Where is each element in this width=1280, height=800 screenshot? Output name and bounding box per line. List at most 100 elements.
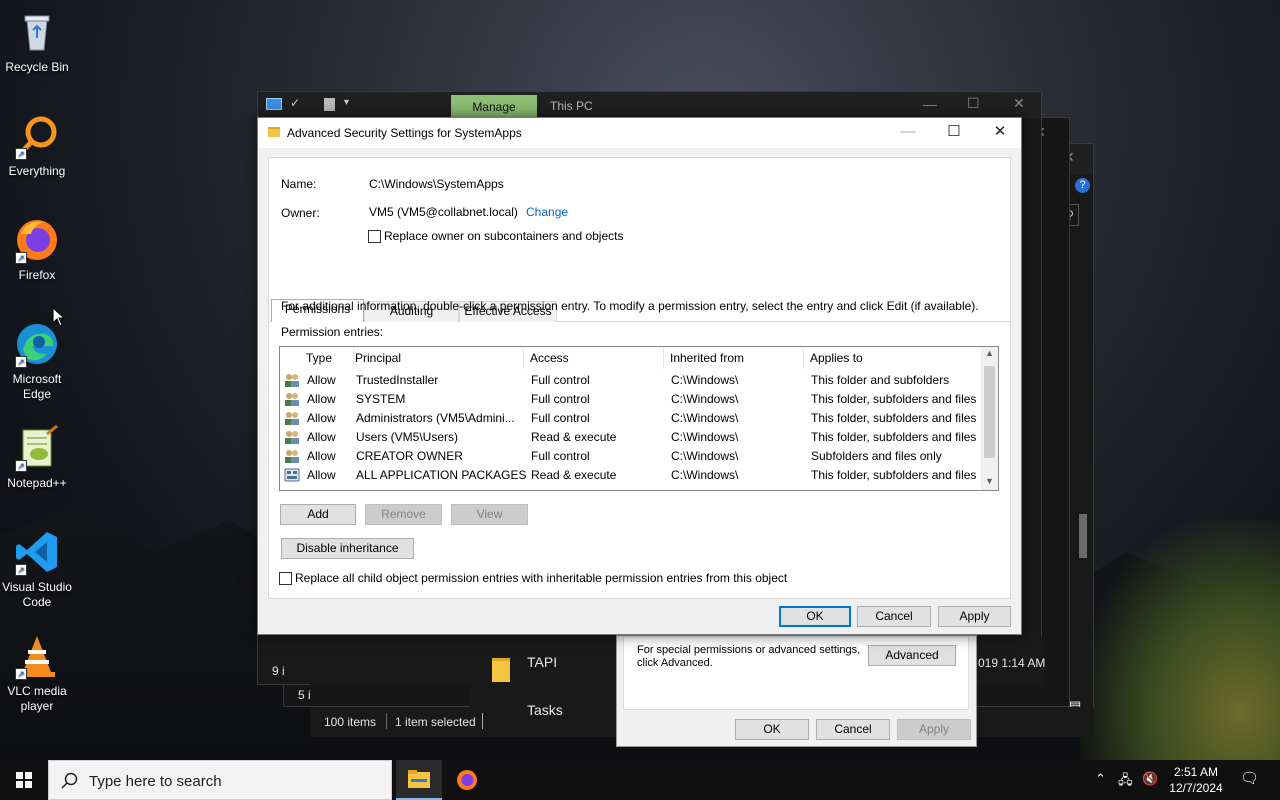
replace-owner-label: Replace owner on subcontainers and objec…: [384, 229, 624, 243]
new-folder-icon[interactable]: [324, 98, 335, 111]
users-icon: [285, 393, 299, 406]
entry-principal: SYSTEM: [356, 392, 406, 406]
apply-button[interactable]: Apply: [938, 606, 1011, 627]
taskbar-search[interactable]: Type here to search: [48, 760, 392, 800]
volume-muted-icon[interactable]: 🔇: [1142, 771, 1158, 787]
table-row[interactable]: Allow SYSTEM Full control C:\Windows\ Th…: [280, 390, 980, 409]
status-items: 100 items: [324, 715, 377, 729]
view-button[interactable]: View: [451, 504, 528, 525]
file-date: 019 1:14 AM: [978, 656, 1046, 670]
scrollbar[interactable]: [1077, 236, 1089, 696]
mouse-cursor: [52, 307, 66, 327]
table-row[interactable]: Allow ALL APPLICATION PACKAGES Read & ex…: [280, 466, 980, 485]
table-row[interactable]: Allow CREATOR OWNER Full control C:\Wind…: [280, 447, 980, 466]
wallpaper-glow: [1080, 520, 1280, 760]
show-hidden-icons-icon[interactable]: ⌃: [1095, 771, 1106, 787]
minimize-icon[interactable]: —: [923, 96, 937, 112]
entry-type: Allow: [307, 411, 336, 425]
column-access[interactable]: Access: [524, 347, 664, 369]
column-type[interactable]: Type: [300, 347, 354, 369]
desktop-icon-edge[interactable]: ↗ Microsoft Edge: [0, 320, 74, 402]
status-selected: 1 item selected: [395, 715, 476, 729]
column-principal[interactable]: Principal: [349, 347, 524, 369]
maximize-icon[interactable]: ☐: [931, 118, 977, 148]
properties-dialog: For special permissions or advanced sett…: [616, 635, 977, 747]
table-row[interactable]: Allow Users (VM5\Users) Read & execute C…: [280, 428, 980, 447]
change-owner-link[interactable]: Change: [526, 205, 568, 219]
recycle-bin-icon: [13, 8, 61, 56]
dialog-titlebar: Advanced Security Settings for SystemApp…: [258, 118, 1021, 148]
notepadpp-icon: ↗: [13, 424, 61, 472]
entry-inherited: C:\Windows\: [671, 449, 739, 463]
vlc-icon: ↗: [13, 632, 61, 680]
ok-button[interactable]: OK: [735, 719, 809, 740]
taskbar: Type here to search ⌃ 🖧 🔇 2:51 AM 12/7/2…: [0, 760, 1280, 800]
taskbar-clock[interactable]: 2:51 AM 12/7/2024: [1168, 764, 1224, 796]
desktop-icon-everything[interactable]: ↗ Everything: [0, 112, 74, 179]
properties-icon[interactable]: ✓: [290, 96, 300, 110]
entry-inherited: C:\Windows\: [671, 430, 739, 444]
close-icon[interactable]: ✕: [977, 118, 1023, 148]
remove-button[interactable]: Remove: [365, 504, 442, 525]
column-inherited-from[interactable]: Inherited from: [664, 347, 804, 369]
desktop-icon-label: Everything: [8, 164, 66, 178]
chevron-down-icon[interactable]: ▾: [344, 97, 349, 108]
desktop-icon-vlc[interactable]: ↗ VLC media player: [0, 632, 74, 714]
file-name[interactable]: TAPI: [527, 654, 557, 670]
tab-manage[interactable]: Manage: [451, 95, 537, 118]
desktop-icon-vscode[interactable]: ↗ Visual Studio Code: [0, 528, 74, 610]
table-row[interactable]: Allow Administrators (VM5\Admini... Full…: [280, 409, 980, 428]
replace-owner-checkbox[interactable]: [368, 230, 381, 243]
desktop-icon-label: Recycle Bin: [5, 60, 69, 74]
entry-access: Read & execute: [531, 468, 617, 482]
disable-inheritance-button[interactable]: Disable inheritance: [281, 538, 414, 559]
window-title: This PC: [550, 99, 593, 113]
entry-principal: Users (VM5\Users): [356, 430, 459, 444]
help-icon[interactable]: ?: [1075, 178, 1090, 193]
entry-type: Allow: [307, 449, 336, 463]
minimize-icon[interactable]: —: [885, 118, 931, 148]
entry-type: Allow: [307, 468, 336, 482]
network-icon[interactable]: 🖧: [1118, 771, 1133, 793]
desktop-icon-label: Visual Studio Code: [2, 580, 72, 609]
folder-icon: [492, 658, 510, 682]
cancel-button[interactable]: Cancel: [816, 719, 890, 740]
scrollbar-thumb[interactable]: [984, 366, 995, 458]
desktop-icon-notepadpp[interactable]: ↗ Notepad++: [0, 424, 74, 491]
edge-icon: ↗: [13, 320, 61, 368]
add-button[interactable]: Add: [280, 504, 356, 525]
name-value: C:\Windows\SystemApps: [369, 177, 504, 191]
scroll-up-icon[interactable]: ▲: [985, 348, 994, 358]
desktop-icon-label: Notepad++: [7, 476, 67, 490]
desktop-icon-label: Firefox: [18, 268, 56, 282]
maximize-icon[interactable]: ☐: [967, 95, 980, 112]
apply-button[interactable]: Apply: [897, 719, 971, 740]
entry-access: Full control: [531, 449, 590, 463]
close-icon[interactable]: ✕: [1013, 95, 1025, 112]
desktop-icon-firefox[interactable]: ↗ Firefox: [0, 216, 74, 283]
file-name[interactable]: Tasks: [527, 702, 563, 718]
ok-button[interactable]: OK: [779, 606, 851, 627]
clock-date: 12/7/2024: [1169, 781, 1223, 795]
entry-inherited: C:\Windows\: [671, 392, 739, 406]
vertical-scrollbar[interactable]: ▲ ▼: [981, 347, 998, 490]
start-button[interactable]: [0, 760, 48, 800]
notifications-icon[interactable]: 🗨: [1240, 769, 1259, 787]
desktop-icon-recycle-bin[interactable]: Recycle Bin: [0, 8, 74, 75]
package-icon: [284, 468, 300, 482]
advanced-security-dialog: Advanced Security Settings for SystemApp…: [257, 117, 1022, 635]
column-applies-to[interactable]: Applies to: [804, 347, 982, 369]
entry-access: Full control: [531, 392, 590, 406]
cancel-button[interactable]: Cancel: [857, 606, 931, 627]
taskbar-file-explorer[interactable]: [396, 760, 442, 800]
dialog-title: Advanced Security Settings for SystemApp…: [287, 126, 522, 140]
replace-child-permissions-checkbox[interactable]: [279, 572, 292, 585]
entry-inherited: C:\Windows\: [671, 411, 739, 425]
scroll-down-icon[interactable]: ▼: [985, 476, 994, 486]
permission-entries-list[interactable]: Type Principal Access Inherited from App…: [279, 346, 999, 491]
windows-logo-icon: [16, 772, 32, 788]
scrollbar-thumb[interactable]: [1079, 514, 1087, 558]
advanced-button[interactable]: Advanced: [868, 645, 956, 666]
table-row[interactable]: Allow TrustedInstaller Full control C:\W…: [280, 371, 980, 390]
taskbar-firefox[interactable]: [444, 760, 490, 800]
